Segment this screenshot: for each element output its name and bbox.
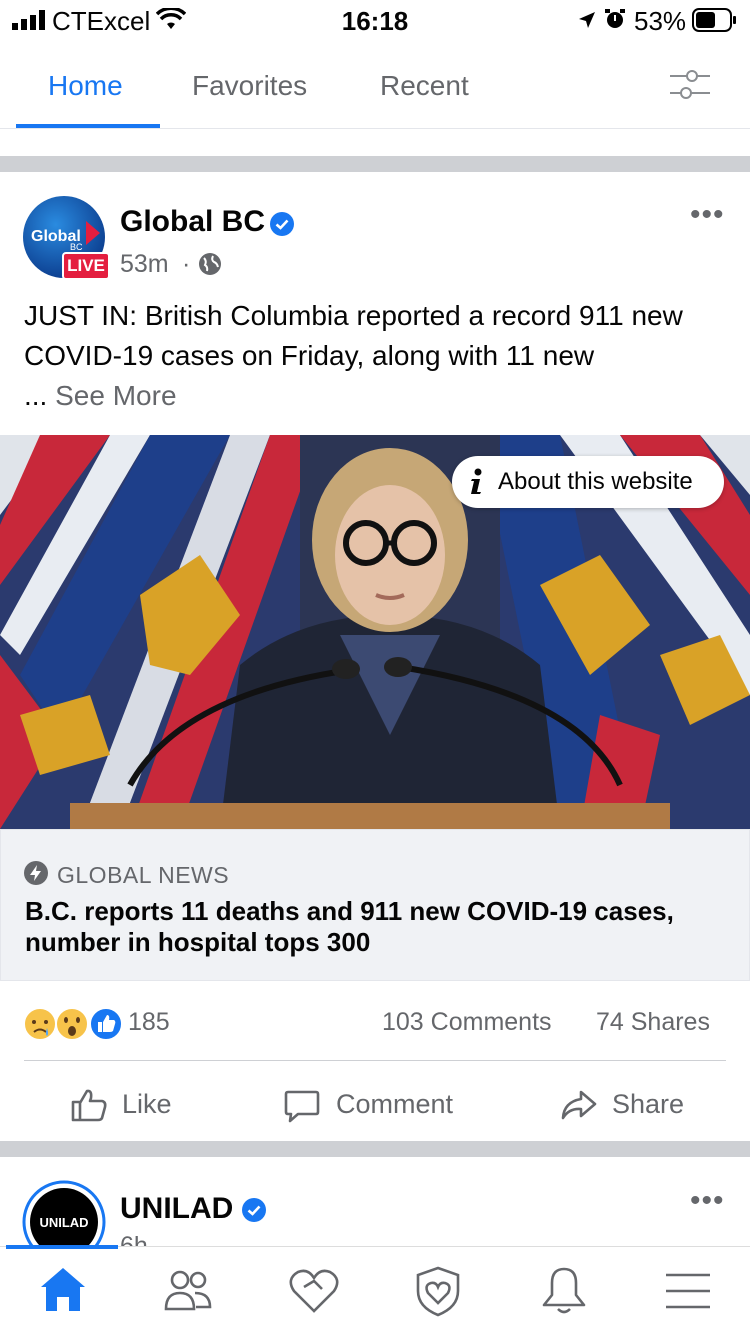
alarm-icon bbox=[604, 8, 626, 30]
battery-percent: 53% bbox=[634, 6, 687, 36]
tab-recent[interactable]: Recent bbox=[380, 70, 469, 102]
tab-favorites[interactable]: Favorites bbox=[192, 70, 307, 102]
post-separator bbox=[0, 1141, 750, 1157]
link-source: GLOBAL NEWS bbox=[57, 862, 230, 888]
instant-article-icon bbox=[24, 861, 48, 885]
link-preview[interactable]: GLOBAL NEWS B.C. reports 11 deaths and 9… bbox=[0, 829, 750, 981]
sad-reaction-icon bbox=[22, 1006, 58, 1042]
bottom-nav bbox=[0, 1246, 750, 1335]
page-name[interactable]: Global BC bbox=[120, 205, 265, 239]
share-label: Share bbox=[612, 1089, 685, 1119]
live-badge: LIVE bbox=[62, 252, 110, 280]
see-more-link[interactable]: See More bbox=[55, 380, 176, 411]
info-icon bbox=[466, 468, 488, 496]
post-time[interactable]: 53m bbox=[120, 250, 169, 279]
share-button[interactable]: Share bbox=[560, 1086, 710, 1126]
avatar-sub: BC bbox=[70, 242, 83, 252]
tab-home[interactable]: Home bbox=[48, 70, 123, 102]
verified-icon bbox=[242, 1198, 266, 1222]
divider bbox=[0, 128, 750, 129]
reaction-count: 185 bbox=[128, 1008, 170, 1036]
like-label: Like bbox=[122, 1089, 172, 1119]
post-options-icon[interactable]: ••• bbox=[690, 198, 725, 232]
dating-heart-icon[interactable] bbox=[288, 1267, 340, 1315]
comment-label: Comment bbox=[336, 1089, 454, 1119]
like-button[interactable]: Like bbox=[70, 1086, 210, 1126]
post-text: JUST IN: British Columbia reported a rec… bbox=[24, 296, 724, 416]
post-ellipsis: ... bbox=[24, 380, 48, 411]
location-icon bbox=[578, 11, 596, 29]
about-website-button[interactable]: About this website bbox=[452, 456, 724, 508]
comment-icon bbox=[284, 1088, 320, 1124]
battery-icon bbox=[692, 8, 738, 32]
like-reaction-icon bbox=[88, 1006, 124, 1042]
home-icon[interactable] bbox=[38, 1265, 88, 1313]
menu-icon[interactable] bbox=[664, 1271, 712, 1311]
link-headline: B.C. reports 11 deaths and 911 new COVID… bbox=[25, 896, 674, 957]
shares-count[interactable]: 74 Shares bbox=[596, 1008, 710, 1037]
next-post-options-icon[interactable]: ••• bbox=[690, 1184, 725, 1218]
unilad-avatar-text: UNILAD bbox=[39, 1215, 88, 1230]
status-bar: CTExcel 16:18 53% bbox=[0, 0, 750, 40]
about-website-label: About this website bbox=[498, 468, 693, 495]
verified-icon bbox=[270, 212, 294, 236]
active-nav-indicator bbox=[6, 1245, 118, 1249]
friends-icon[interactable] bbox=[162, 1267, 214, 1313]
notifications-bell-icon[interactable] bbox=[540, 1265, 588, 1317]
post-separator bbox=[0, 156, 750, 172]
wow-reaction-icon bbox=[54, 1006, 90, 1042]
filter-icon[interactable] bbox=[668, 68, 712, 102]
post-body: JUST IN: British Columbia reported a rec… bbox=[24, 300, 683, 371]
thumbs-up-icon bbox=[70, 1086, 108, 1124]
divider bbox=[24, 1060, 726, 1061]
feed-tabs: Home Favorites Recent bbox=[0, 40, 750, 128]
reactions-bar[interactable]: 185 103 Comments 74 Shares bbox=[0, 992, 750, 1052]
shield-heart-icon[interactable] bbox=[414, 1265, 462, 1317]
meta-separator: · bbox=[182, 250, 191, 278]
next-page-name[interactable]: UNILAD bbox=[120, 1192, 233, 1226]
comments-count[interactable]: 103 Comments bbox=[382, 1008, 552, 1037]
comment-button[interactable]: Comment bbox=[284, 1086, 484, 1126]
share-icon bbox=[560, 1086, 598, 1124]
globe-icon bbox=[198, 252, 222, 276]
